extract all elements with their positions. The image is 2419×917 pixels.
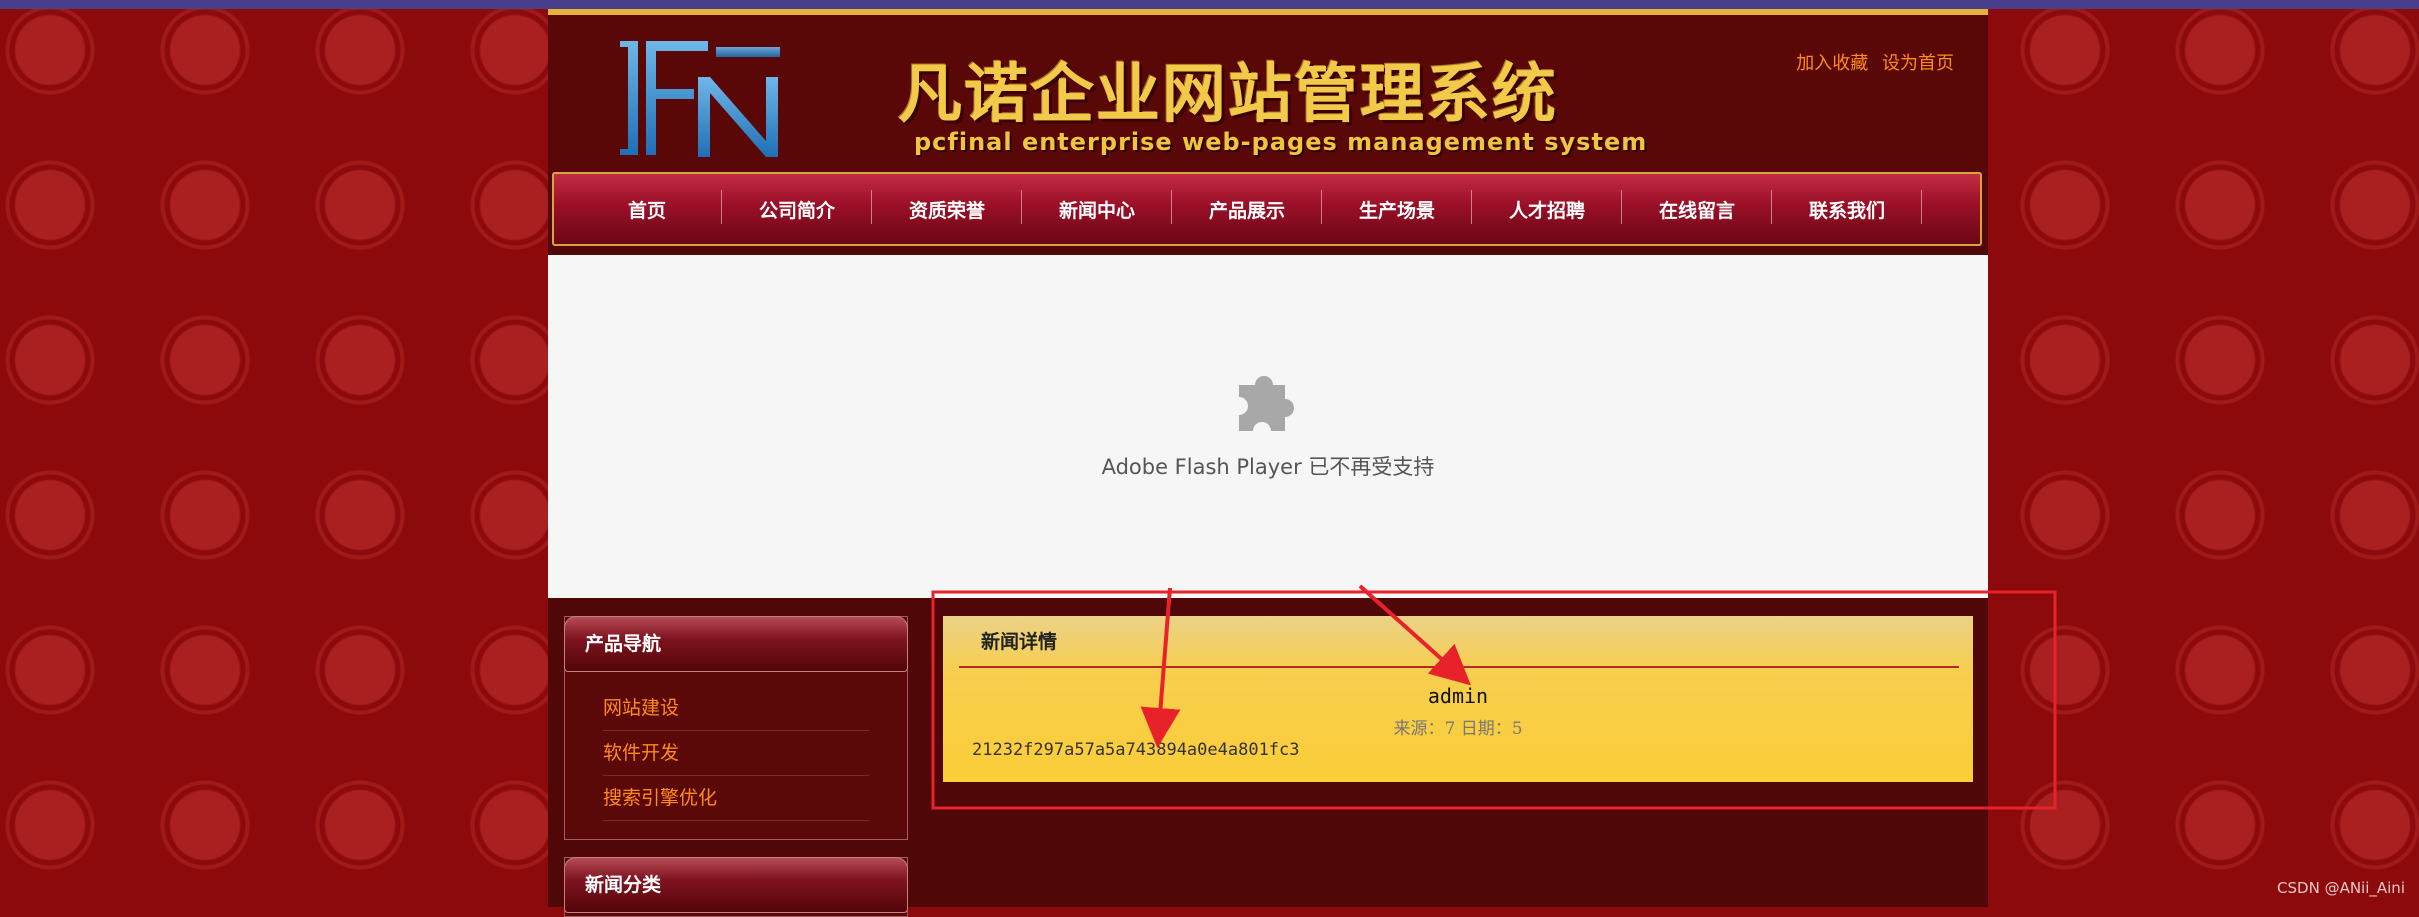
header-links: 加入收藏 设为首页	[1788, 49, 1954, 75]
news-category-title: 新闻分类	[564, 857, 908, 913]
news-body: 21232f297a57a5a743894a0e4a801fc3	[972, 740, 1300, 760]
watermark-text: CSDN @ANii_Aini	[2277, 879, 2405, 897]
news-title: admin	[1427, 684, 1489, 708]
site-header: 凡诺企业网站管理系统 pcfinal enterprise web-pages …	[548, 15, 1988, 174]
site-title-cn: 凡诺企业网站管理系统	[898, 58, 1558, 132]
nav-item-honors[interactable]: 资质荣誉	[872, 189, 1022, 224]
puzzle-piece-icon	[1239, 376, 1294, 431]
nav-item-production[interactable]: 生产场景	[1322, 189, 1472, 224]
product-nav-panel: 产品导航 网站建设 软件开发 搜索引擎优化	[564, 616, 908, 840]
nav-item-about[interactable]: 公司简介	[722, 189, 872, 224]
product-nav-title: 产品导航	[564, 616, 908, 672]
news-detail-header: 新闻详情	[959, 616, 1959, 668]
nav-item-home[interactable]: 首页	[572, 189, 722, 224]
flash-unsupported-message: Adobe Flash Player 已不再受支持	[1101, 455, 1435, 479]
add-favorite-link[interactable]: 加入收藏	[1796, 53, 1868, 74]
product-nav-item[interactable]: 搜索引擎优化	[603, 776, 869, 821]
main-nav: 首页 公司简介 资质荣誉 新闻中心 产品展示 生产场景 人才招聘 在线留言 联系…	[552, 172, 1982, 246]
nav-item-jobs[interactable]: 人才招聘	[1472, 189, 1622, 224]
site-title-en: pcfinal enterprise web-pages management …	[914, 128, 1648, 156]
product-nav-item[interactable]: 软件开发	[603, 731, 869, 776]
news-detail-panel: 新闻详情 admin 来源：7 日期：5 21232f297a57a5a7438…	[943, 616, 1973, 782]
news-meta: 来源：7 日期：5	[1393, 719, 1523, 739]
set-homepage-link[interactable]: 设为首页	[1882, 53, 1954, 74]
nav-item-message[interactable]: 在线留言	[1622, 189, 1772, 224]
browser-top-bar	[0, 0, 2419, 9]
nav-item-contact[interactable]: 联系我们	[1772, 189, 1922, 224]
site-container: 凡诺企业网站管理系统 pcfinal enterprise web-pages …	[548, 9, 1988, 917]
news-category-panel: 新闻分类	[564, 857, 908, 917]
product-nav-item[interactable]: 网站建设	[603, 686, 869, 731]
nav-item-products[interactable]: 产品展示	[1172, 189, 1322, 224]
nav-item-news[interactable]: 新闻中心	[1022, 189, 1172, 224]
flash-placeholder: Adobe Flash Player 已不再受支持	[548, 255, 1988, 598]
fn-logo-icon	[620, 41, 780, 157]
